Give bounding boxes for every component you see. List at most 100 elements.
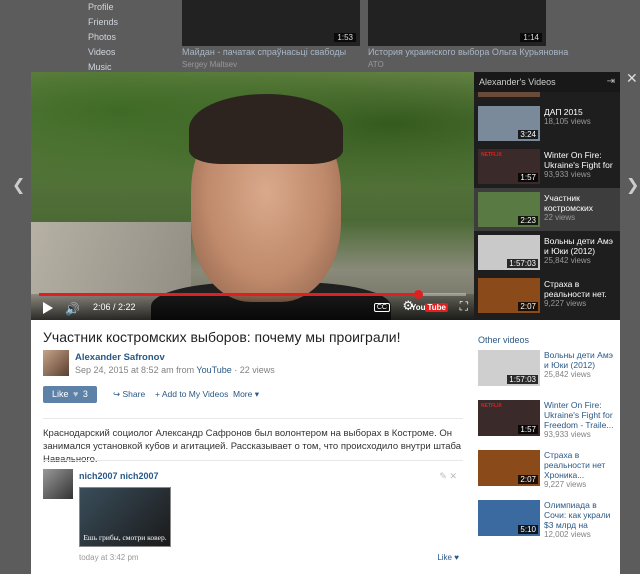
close-icon[interactable]: ✕ bbox=[626, 70, 638, 87]
netflix-logo: NETFLIX bbox=[481, 403, 502, 409]
bg-video-duration: 1:14 bbox=[520, 33, 542, 42]
playlist-item-views: 18,105 views bbox=[544, 117, 591, 126]
like-button[interactable]: Like ♥ 3 bbox=[43, 386, 97, 403]
playlist-title: Alexander's Videos bbox=[479, 77, 556, 87]
video-views: · 22 views bbox=[231, 365, 275, 375]
other-video-text: Олимпиада в Сочи: как украли $3 млрд на 1… bbox=[544, 500, 616, 540]
comment-time[interactable]: today at 3:42 pm bbox=[79, 553, 139, 562]
captions-icon[interactable]: CC bbox=[373, 303, 390, 312]
playlist-item-text: Страха в реальности нет. 9,227 views bbox=[544, 279, 616, 309]
video-title: Участник костромских выборов: почему мы … bbox=[43, 329, 401, 345]
volume-icon[interactable]: 🔊 bbox=[65, 302, 80, 316]
playlist-item-duration: 1:57:03 bbox=[507, 259, 538, 268]
play-icon[interactable] bbox=[43, 302, 53, 314]
author-avatar[interactable] bbox=[43, 350, 69, 376]
playlist-item[interactable]: 2:07 Страха в реальности нет. 9,227 views bbox=[474, 274, 620, 317]
chevron-down-icon: ▾ bbox=[254, 389, 260, 399]
other-video-text: Страха в реальности нет Хроника... 9,227 … bbox=[544, 450, 616, 490]
bg-video-caption[interactable]: История украинского выбора Ольга Курьяно… bbox=[368, 47, 568, 57]
share-label: Share bbox=[122, 389, 146, 399]
bg-video-caption[interactable]: Майдан - пачатак спраўнасьці свабоды bbox=[182, 47, 346, 57]
background-sidebar: Profile Friends Photos Videos Music bbox=[88, 0, 158, 75]
playlist-item-views: 93,933 views bbox=[544, 170, 591, 179]
other-video-views: 25,842 views bbox=[544, 370, 591, 379]
plus-icon: + bbox=[155, 389, 160, 399]
bg-video-sub[interactable]: ATO bbox=[368, 60, 384, 69]
other-video-item[interactable]: 5:10 Олимпиада в Сочи: как украли $3 млрд… bbox=[478, 500, 618, 540]
bg-sidebar-item[interactable]: Friends bbox=[88, 15, 158, 30]
bg-sidebar-item[interactable]: Photos bbox=[88, 30, 158, 45]
video-frame-hair bbox=[189, 94, 343, 164]
like-count: 3 bbox=[82, 389, 88, 399]
other-video-thumbnail: NETFLIX 1:57 bbox=[478, 400, 540, 436]
bg-video-sub[interactable]: Sergey Maltsev bbox=[182, 60, 237, 69]
other-videos-header: Other videos bbox=[478, 335, 530, 345]
add-label: Add to My Videos bbox=[161, 389, 229, 399]
video-meta: Sep 24, 2015 at 8:52 am from YouTube · 2… bbox=[75, 365, 275, 375]
video-info: Участник костромских выборов: почему мы … bbox=[31, 320, 474, 574]
other-video-title: Winter On Fire: Ukraine's Fight for Free… bbox=[544, 400, 614, 430]
playlist-item-title: Страха в реальности нет. bbox=[544, 279, 607, 299]
expand-icon[interactable]: ⇥ bbox=[607, 72, 615, 92]
other-video-duration: 1:57:03 bbox=[507, 375, 538, 384]
playlist-item[interactable]: NETFLIX 1:57 Winter On Fire: Ukraine's Fig… bbox=[474, 145, 620, 188]
bg-sidebar-item[interactable]: Profile bbox=[88, 0, 158, 15]
bg-video-card[interactable]: 1:14 bbox=[368, 0, 546, 46]
playlist-item[interactable]: 1:57:03 Вольны дети Амэ и Юки (2012) 25,84… bbox=[474, 231, 620, 274]
playlist-item-text: ДАП 2015 18,105 views bbox=[544, 107, 616, 127]
playlist-item-text: Winter On Fire: Ukraine's Fight for 93,93… bbox=[544, 150, 616, 180]
comment-author[interactable]: nich2007 nich2007 bbox=[79, 471, 159, 481]
progress-bar[interactable] bbox=[39, 290, 466, 299]
comment-avatar[interactable] bbox=[43, 469, 73, 499]
other-video-text: Winter On Fire: Ukraine's Fight for Free… bbox=[544, 400, 616, 440]
playlist-partial-thumb bbox=[478, 92, 540, 97]
comment-image[interactable]: Ешь грибы, смотри ковер. bbox=[79, 487, 171, 547]
video-player[interactable]: 🔊 2:06 / 2:22 CC ⚙ You Tube ⛶ bbox=[31, 72, 474, 320]
share-button[interactable]: ↪ Share bbox=[113, 389, 145, 400]
playlist-item-duration: 2:23 bbox=[518, 216, 538, 225]
playlist-item-duration: 2:07 bbox=[518, 302, 538, 311]
other-video-title: Вольны дети Амэ и Юки (2012) bbox=[544, 350, 614, 370]
other-video-views: 12,002 views bbox=[544, 530, 591, 539]
playlist-item-title: Участник костромских bbox=[544, 193, 593, 213]
playlist-header: Alexander's Videos ⇥ bbox=[474, 72, 620, 92]
progress-fill bbox=[39, 293, 418, 296]
progress-knob[interactable] bbox=[413, 290, 423, 299]
playlist-item-thumbnail: NETFLIX 1:57 bbox=[478, 149, 540, 184]
other-video-views: 9,227 views bbox=[544, 480, 587, 489]
add-to-my-videos-button[interactable]: + Add to My Videos bbox=[155, 389, 228, 399]
comment-like-button[interactable]: Like ♥ bbox=[437, 553, 459, 562]
playlist-item-views: 22 views bbox=[544, 213, 576, 222]
more-button[interactable]: More ▾ bbox=[233, 389, 259, 400]
delete-icon[interactable]: ✕ bbox=[449, 471, 457, 481]
youtube-logo[interactable]: You Tube bbox=[411, 303, 448, 312]
playlist-partial-item[interactable] bbox=[474, 92, 620, 102]
bg-video-card[interactable]: 1:53 bbox=[182, 0, 360, 46]
heart-icon: ♥ bbox=[73, 389, 79, 399]
time-display: 2:06 / 2:22 bbox=[93, 302, 136, 312]
other-video-title: Олимпиада в Сочи: как украли $3 млрд на bbox=[544, 500, 611, 530]
other-videos: Other videos 1:57:03 Вольны дети Амэ и Юк… bbox=[474, 320, 620, 574]
youtube-logo-you: You bbox=[410, 303, 426, 312]
fullscreen-icon[interactable]: ⛶ bbox=[460, 299, 468, 314]
playlist-panel: Alexander's Videos ⇥ 3:24 ДАП 2015 18,105 … bbox=[474, 72, 620, 320]
playlist-list: 3:24 ДАП 2015 18,105 views NETFLIX 1:57 Winte… bbox=[474, 102, 620, 317]
other-video-item[interactable]: 2:07 Страха в реальности нет Хроника... 9,… bbox=[478, 450, 618, 490]
pencil-icon[interactable]: ✎ bbox=[439, 471, 447, 481]
netflix-logo: NETFLIX bbox=[481, 152, 502, 158]
previous-arrow-icon[interactable]: ❮ bbox=[12, 175, 25, 195]
other-video-thumbnail: 1:57:03 bbox=[478, 350, 540, 386]
other-video-item[interactable]: NETFLIX 1:57 Winter On Fire: Ukraine's Fig… bbox=[478, 400, 618, 440]
comment-image-caption: Ешь грибы, смотри ковер. bbox=[83, 533, 167, 542]
action-bar: Like ♥ 3 ↪ Share + Add to My Videos More… bbox=[43, 386, 463, 403]
playlist-item-title: Вольны дети Амэ и Юки (2012) bbox=[544, 236, 614, 256]
other-video-item[interactable]: 1:57:03 Вольны дети Амэ и Юки (2012) 25,84… bbox=[478, 350, 618, 390]
playlist-item[interactable]: 3:24 ДАП 2015 18,105 views bbox=[474, 102, 620, 145]
video-source-link[interactable]: YouTube bbox=[196, 365, 231, 375]
author-name[interactable]: Alexander Safronov bbox=[75, 352, 165, 363]
heart-icon: ♥ bbox=[454, 553, 459, 562]
playlist-item-thumbnail: 1:57:03 bbox=[478, 235, 540, 270]
playlist-item[interactable]: 2:23 Участник костромских 22 views bbox=[474, 188, 620, 231]
next-arrow-icon[interactable]: ❯ bbox=[626, 175, 639, 195]
bg-sidebar-item[interactable]: Videos bbox=[88, 45, 158, 60]
